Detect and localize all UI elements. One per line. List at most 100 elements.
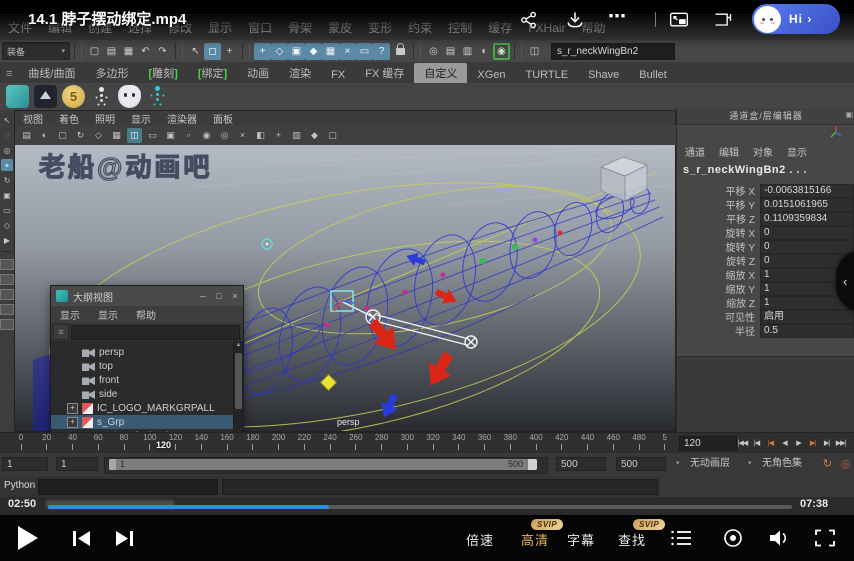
attribute-name[interactable]: 可见性 [677,309,760,324]
playback-button[interactable]: |◀ [750,435,763,450]
viewport-toolbar-icon[interactable]: ↻ [73,128,88,143]
playback-button[interactable]: ▶| [820,435,833,450]
viewport-toolbar-icon[interactable]: ◫ [127,128,142,143]
outliner-item[interactable]: + IC_LOGO_MARKGRPALL [51,401,243,415]
attribute-name[interactable]: 旋转 Z [677,253,760,268]
menu-item[interactable]: 蒙皮 [320,19,360,36]
menuset-dropdown[interactable]: 装备 ▾ [2,42,70,60]
shelf-tab[interactable]: [雕刻] [138,63,187,83]
viewport-toolbar-icon[interactable]: ▢ [325,128,340,143]
menu-item[interactable]: 约束 [400,19,440,36]
channel-menu-item[interactable]: 对象 [749,144,777,159]
outliner-item[interactable]: + s_Grp [51,415,243,429]
window-control-icon[interactable]: × [227,291,243,301]
current-frame-field[interactable]: 120 [679,436,737,451]
attribute-value-field[interactable]: 0 [760,226,854,240]
menu-item[interactable]: 缓存 [480,19,520,36]
shelf-tab[interactable]: [多边形] [85,63,138,83]
attribute-name[interactable]: 旋转 Y [677,239,760,254]
channel-menu-item[interactable]: 编辑 [715,144,743,159]
playback-button[interactable]: ▶| [806,435,819,450]
anim-end-field[interactable]: 500 [616,457,666,471]
playlist-icon[interactable] [670,528,692,548]
anim-start-field[interactable]: 1 [2,457,48,471]
playback-button[interactable]: ▶▶| [834,435,847,450]
attribute-name[interactable]: 缩放 X [677,267,760,282]
shelf-tab[interactable]: [动画] [237,63,279,83]
attribute-value-field[interactable]: 启用 [760,310,854,324]
attribute-name[interactable]: 旋转 X [677,225,760,240]
range-bar[interactable]: 1 500 [109,459,537,470]
previous-video-button[interactable] [72,530,92,547]
outliner-title-bar[interactable]: 大纲视图 ─□× [51,286,243,307]
shelf-tab[interactable]: [FX] [321,67,355,83]
shelf-tab[interactable]: [FX 缓存] [355,63,414,83]
snap-icon[interactable]: ▭ [356,43,373,60]
viewport-toolbar-icon[interactable]: ◧ [253,128,268,143]
shelf-tab[interactable]: [渲染] [279,63,321,83]
menu-item[interactable]: 显示 [200,19,240,36]
tool-icon[interactable]: ▣ [1,189,13,201]
shelf-tool-icon[interactable] [34,85,57,108]
layout-thumbnail-button[interactable] [0,289,14,300]
panel-menu-item[interactable]: 渲染器 [159,111,205,126]
attribute-value-field[interactable]: 0 [760,240,854,254]
viewport-toolbar-icon[interactable]: ▢ [55,128,70,143]
selected-object-name[interactable]: s_r_neckWingBn2 . . . [683,164,807,176]
viewport-toolbar-icon[interactable]: ◐ [37,128,52,143]
command-input[interactable] [38,479,218,495]
viewport-toolbar-icon[interactable]: ▤ [19,128,34,143]
lock-icon[interactable] [396,48,405,55]
tool-icon[interactable]: ↻ [1,174,13,186]
playback-speed-button[interactable]: 倍速 [466,530,494,549]
file-action-icon[interactable]: ▢ [86,43,103,60]
subtitles-button[interactable]: 字幕 [567,530,595,549]
file-action-icon[interactable]: ▤ [103,43,120,60]
expand-toggle-icon[interactable]: + [67,403,78,414]
record-gif-icon[interactable] [722,528,744,548]
outliner-item[interactable]: front [51,373,243,387]
scroll-up-icon[interactable]: ▲ [234,342,243,348]
next-video-button[interactable] [114,530,134,547]
outliner-menu-item[interactable]: 显示 [51,307,89,322]
fullscreen-icon[interactable] [814,528,836,548]
shelf-tab[interactable]: [绑定] [188,63,237,83]
time-slider[interactable]: 0204060801001201401601802002202402602803… [0,432,854,453]
scrollbar-thumb[interactable] [235,353,242,409]
attribute-name[interactable]: 平移 Y [677,197,760,212]
playback-button[interactable]: |◀◀ [736,435,749,450]
panel-menu-item[interactable]: 显示 [123,111,159,126]
outliner-menu-item[interactable]: 帮助 [127,307,165,322]
attribute-name[interactable]: 平移 Z [677,211,760,226]
tool-icon[interactable]: + [1,159,13,171]
attribute-value-field[interactable]: 0.0151061965 [760,198,854,212]
quality-button[interactable]: 高清 [521,530,549,549]
attribute-value-field[interactable]: -0.0063815166 [760,184,854,198]
file-action-icon[interactable]: ↷ [154,43,171,60]
viewport-toolbar-icon[interactable]: ▦ [109,128,124,143]
window-control-icon[interactable]: ─ [195,291,211,301]
outliner-item[interactable]: top [51,359,243,373]
shelf-tool-icon[interactable] [146,85,169,108]
panel-menu-item[interactable]: 着色 [51,111,87,126]
layout-thumbnail-button[interactable] [0,259,14,270]
tool-icon[interactable]: ▭ [1,204,13,216]
render-icon[interactable]: ◎ [425,43,442,60]
window-control-icon[interactable]: □ [211,291,227,301]
viewport-toolbar-icon[interactable]: ◎ [217,128,232,143]
snap-icon[interactable]: × [339,43,356,60]
selection-mode-icon[interactable]: ↖ [187,43,204,60]
shelf-tool-icon[interactable]: 5 [62,85,85,108]
viewport-toolbar-icon[interactable]: × [235,128,250,143]
range-handle-right[interactable] [528,459,537,470]
attribute-name[interactable]: 缩放 Z [677,295,760,310]
share-icon[interactable] [518,10,540,30]
menu-item[interactable]: 窗口 [240,19,280,36]
attribute-value-field[interactable]: 0.1109359834 [760,212,854,226]
channel-menu-item[interactable]: 显示 [783,144,811,159]
render-icon[interactable]: ◉ [493,43,510,60]
attribute-name[interactable]: 平移 X [677,183,760,198]
viewport-toolbar-icon[interactable]: ▫ [181,128,196,143]
tool-icon[interactable]: ↖ [1,114,13,126]
shelf-tool-icon[interactable] [6,85,29,108]
